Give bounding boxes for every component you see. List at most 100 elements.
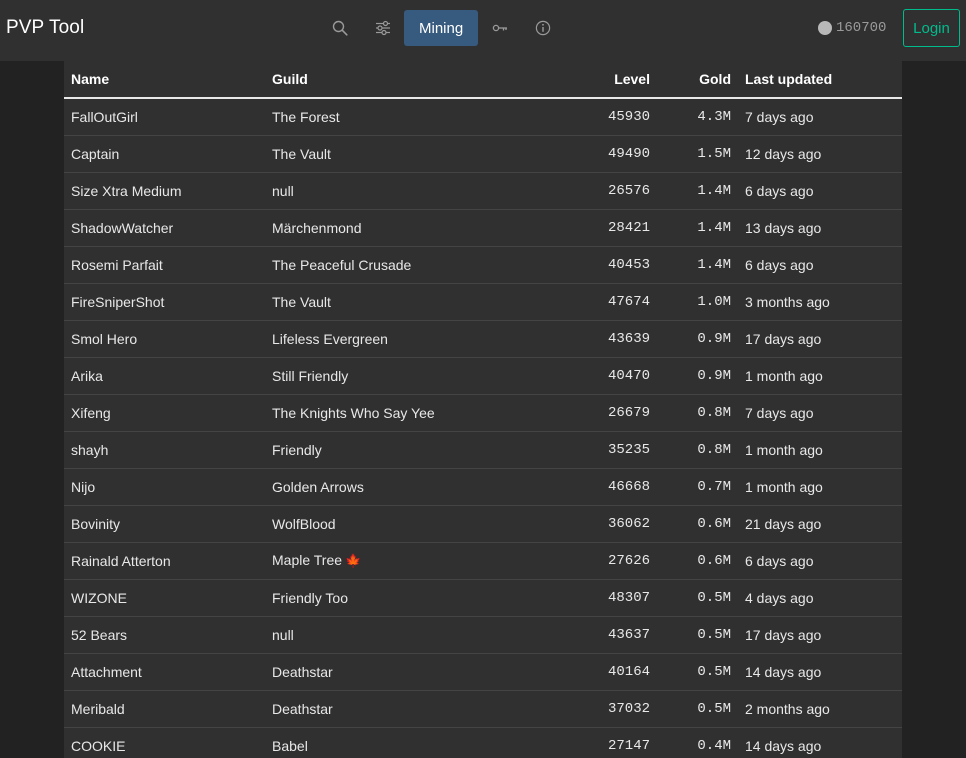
sliders-icon[interactable] bbox=[361, 10, 404, 46]
player-name[interactable]: 52 Bears bbox=[64, 616, 272, 654]
player-level: 26679 bbox=[542, 394, 650, 432]
guild-name: The Forest bbox=[272, 98, 542, 136]
guild-name: Friendly bbox=[272, 431, 542, 469]
player-level: 43637 bbox=[542, 616, 650, 654]
column-header-name[interactable]: Name bbox=[64, 61, 272, 99]
player-gold: 0.4M bbox=[650, 727, 731, 758]
player-gold: 1.4M bbox=[650, 209, 731, 247]
player-name[interactable]: Nijo bbox=[64, 468, 272, 506]
guild-name: The Vault bbox=[272, 283, 542, 321]
player-gold: 0.6M bbox=[650, 505, 731, 543]
last-updated: 14 days ago bbox=[731, 653, 902, 691]
table-row[interactable]: 52 Bears null 43637 0.5M 17 days ago bbox=[64, 616, 902, 654]
player-name[interactable]: shayh bbox=[64, 431, 272, 469]
table-row[interactable]: COOKIE Babel 27147 0.4M 14 days ago bbox=[64, 727, 902, 758]
column-header-guild[interactable]: Guild bbox=[272, 61, 542, 99]
player-name[interactable]: FireSniperShot bbox=[64, 283, 272, 321]
player-gold: 0.6M bbox=[650, 542, 731, 580]
player-name[interactable]: Meribald bbox=[64, 690, 272, 728]
player-level: 28421 bbox=[542, 209, 650, 247]
table-row[interactable]: FireSniperShot The Vault 47674 1.0M 3 mo… bbox=[64, 283, 902, 321]
player-gold: 0.8M bbox=[650, 394, 731, 432]
guild-name: Lifeless Evergreen bbox=[272, 320, 542, 358]
guild-name: Still Friendly bbox=[272, 357, 542, 395]
guild-name: Deathstar bbox=[272, 690, 542, 728]
player-level: 40470 bbox=[542, 357, 650, 395]
player-name[interactable]: Smol Hero bbox=[64, 320, 272, 358]
table-row[interactable]: Captain The Vault 49490 1.5M 12 days ago bbox=[64, 135, 902, 173]
player-gold: 0.5M bbox=[650, 616, 731, 654]
last-updated: 6 days ago bbox=[731, 542, 902, 580]
player-name[interactable]: WIZONE bbox=[64, 579, 272, 617]
table-row[interactable]: FallOutGirl The Forest 45930 4.3M 7 days… bbox=[64, 98, 902, 136]
key-icon[interactable] bbox=[478, 10, 521, 46]
table-row[interactable]: Nijo Golden Arrows 46668 0.7M 1 month ag… bbox=[64, 468, 902, 506]
last-updated: 21 days ago bbox=[731, 505, 902, 543]
players-table-container: Name Guild Level Gold Last updated FallO… bbox=[64, 61, 902, 758]
player-level: 27147 bbox=[542, 727, 650, 758]
player-gold: 0.8M bbox=[650, 431, 731, 469]
login-button[interactable]: Login bbox=[903, 9, 960, 47]
last-updated: 6 days ago bbox=[731, 172, 902, 210]
last-updated: 7 days ago bbox=[731, 394, 902, 432]
column-header-level[interactable]: Level bbox=[542, 61, 650, 99]
column-header-gold[interactable]: Gold bbox=[650, 61, 731, 99]
player-name[interactable]: ShadowWatcher bbox=[64, 209, 272, 247]
guild-name: WolfBlood bbox=[272, 505, 542, 543]
players-table: Name Guild Level Gold Last updated FallO… bbox=[64, 61, 902, 758]
table-row[interactable]: Bovinity WolfBlood 36062 0.6M 21 days ag… bbox=[64, 505, 902, 543]
last-updated: 17 days ago bbox=[731, 320, 902, 358]
player-name[interactable]: Xifeng bbox=[64, 394, 272, 432]
last-updated: 13 days ago bbox=[731, 209, 902, 247]
player-gold: 1.5M bbox=[650, 135, 731, 173]
table-row[interactable]: shayh Friendly 35235 0.8M 1 month ago bbox=[64, 431, 902, 469]
player-level: 48307 bbox=[542, 579, 650, 617]
player-level: 40164 bbox=[542, 653, 650, 691]
last-updated: 2 months ago bbox=[731, 690, 902, 728]
guild-name: Golden Arrows bbox=[272, 468, 542, 506]
last-updated: 6 days ago bbox=[731, 246, 902, 284]
table-row[interactable]: Arika Still Friendly 40470 0.9M 1 month … bbox=[64, 357, 902, 395]
player-name[interactable]: Bovinity bbox=[64, 505, 272, 543]
last-updated: 17 days ago bbox=[731, 616, 902, 654]
player-name[interactable]: Attachment bbox=[64, 653, 272, 691]
table-row[interactable]: Xifeng The Knights Who Say Yee 26679 0.8… bbox=[64, 394, 902, 432]
column-header-last-updated[interactable]: Last updated bbox=[731, 61, 902, 99]
player-gold: 1.4M bbox=[650, 172, 731, 210]
player-level: 26576 bbox=[542, 172, 650, 210]
search-icon[interactable] bbox=[318, 10, 361, 46]
table-row[interactable]: Rosemi Parfait The Peaceful Crusade 4045… bbox=[64, 246, 902, 284]
nav-toolbar: Mining bbox=[318, 10, 564, 46]
maple-leaf-icon: 🍁 bbox=[345, 553, 362, 568]
player-name[interactable]: COOKIE bbox=[64, 727, 272, 758]
last-updated: 14 days ago bbox=[731, 727, 902, 758]
guild-name-cell: Maple Tree 🍁 bbox=[272, 542, 542, 580]
table-row[interactable]: Smol Hero Lifeless Evergreen 43639 0.9M … bbox=[64, 320, 902, 358]
table-row[interactable]: ShadowWatcher Märchenmond 28421 1.4M 13 … bbox=[64, 209, 902, 247]
table-row[interactable]: Rainald Atterton Maple Tree 🍁 27626 0.6M … bbox=[64, 542, 902, 580]
guild-name: null bbox=[272, 616, 542, 654]
player-level: 43639 bbox=[542, 320, 650, 358]
player-gold: 0.9M bbox=[650, 320, 731, 358]
mining-button[interactable]: Mining bbox=[404, 10, 479, 46]
table-row[interactable]: Attachment Deathstar 40164 0.5M 14 days … bbox=[64, 653, 902, 691]
player-name[interactable]: Captain bbox=[64, 135, 272, 173]
table-row[interactable]: WIZONE Friendly Too 48307 0.5M 4 days ag… bbox=[64, 579, 902, 617]
player-level: 27626 bbox=[542, 542, 650, 580]
player-name[interactable]: Arika bbox=[64, 357, 272, 395]
player-name[interactable]: Rosemi Parfait bbox=[64, 246, 272, 284]
app-title[interactable]: PVP Tool bbox=[6, 17, 84, 39]
guild-name: Babel bbox=[272, 727, 542, 758]
guild-name: The Knights Who Say Yee bbox=[272, 394, 542, 432]
last-updated: 1 month ago bbox=[731, 431, 902, 469]
player-name[interactable]: Rainald Atterton bbox=[64, 542, 272, 580]
player-level: 40453 bbox=[542, 246, 650, 284]
player-name[interactable]: FallOutGirl bbox=[64, 98, 272, 136]
coin-icon bbox=[818, 21, 832, 35]
table-row[interactable]: Size Xtra Medium null 26576 1.4M 6 days … bbox=[64, 172, 902, 210]
guild-name: Deathstar bbox=[272, 653, 542, 691]
player-name[interactable]: Size Xtra Medium bbox=[64, 172, 272, 210]
info-icon[interactable] bbox=[521, 10, 564, 46]
table-row[interactable]: Meribald Deathstar 37032 0.5M 2 months a… bbox=[64, 690, 902, 728]
navbar: PVP Tool Mining 160700 Login bbox=[0, 0, 966, 61]
